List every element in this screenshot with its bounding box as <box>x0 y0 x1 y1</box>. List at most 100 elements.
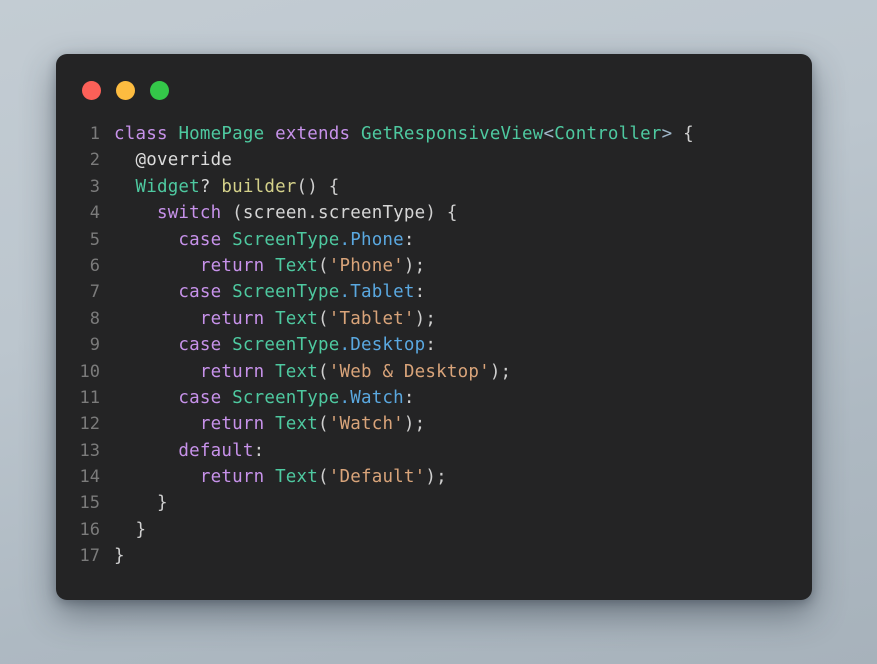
code-line-content: return Text('Phone'); <box>114 253 812 279</box>
code-line[interactable]: 1 class HomePage extends GetResponsiveVie… <box>56 121 812 147</box>
line-number: 6 <box>89 255 100 276</box>
line-number: 15 <box>79 493 100 514</box>
token-keyword: return <box>199 255 265 276</box>
token-type: HomePage <box>178 124 265 144</box>
code-line[interactable]: 2 @override <box>56 147 812 173</box>
token-type: GetResponsiveView <box>360 124 544 144</box>
line-number: 3 <box>89 176 100 197</box>
token-string: 'Phone' <box>328 255 404 276</box>
token-type: Text <box>275 308 319 329</box>
close-window-icon[interactable] <box>82 81 101 100</box>
code-line[interactable]: 3 Widget? builder() { <box>56 174 812 200</box>
line-number: 13 <box>79 440 100 461</box>
token-punct: () { <box>296 176 340 197</box>
code-line[interactable]: 15 } <box>56 490 812 516</box>
code-line[interactable]: 14 return Text('Default'); <box>56 464 812 490</box>
window-titlebar[interactable] <box>56 54 812 118</box>
code-line[interactable]: 13 default: <box>56 438 812 464</box>
token-punct: } <box>114 546 125 567</box>
token-type: ScreenType <box>232 387 340 408</box>
code-line[interactable]: 5 case ScreenType.Phone: <box>56 227 812 253</box>
code-line-content: case ScreenType.Phone: <box>114 227 812 253</box>
token-punct: ); <box>425 467 447 488</box>
code-line-content: return Text('Tablet'); <box>114 306 812 332</box>
maximize-window-icon[interactable] <box>150 81 169 100</box>
token-punct: ); <box>403 414 426 435</box>
token-member: .Desktop <box>339 335 426 356</box>
line-number: 4 <box>89 203 100 224</box>
minimize-window-icon[interactable] <box>116 81 135 100</box>
code-line[interactable]: 11 case ScreenType.Watch: <box>56 385 812 411</box>
code-line[interactable]: 17} <box>56 543 812 569</box>
token-punct: : <box>425 335 437 356</box>
line-number: 2 <box>89 150 100 171</box>
code-line-content: } <box>114 517 812 543</box>
code-window: 1 class HomePage extends GetResponsiveVie… <box>56 54 812 600</box>
code-line-content: return Text('Watch'); <box>114 411 812 437</box>
token-keyword: class <box>114 124 168 144</box>
token-type: Text <box>275 361 319 382</box>
code-line[interactable]: 8 return Text('Tablet'); <box>56 306 812 332</box>
token-punct: { <box>683 124 694 144</box>
screenshot-root: 1 class HomePage extends GetResponsiveVie… <box>0 0 877 664</box>
token-keyword: case <box>178 282 222 303</box>
code-line[interactable]: 4 switch (screen.screenType) { <box>56 200 812 226</box>
code-line-content: case ScreenType.Watch: <box>114 385 812 411</box>
code-line-content: return Text('Web & Desktop'); <box>114 359 812 385</box>
token-punct: ( <box>318 361 329 382</box>
code-line[interactable]: 6 return Text('Phone'); <box>56 253 812 279</box>
token-punct: : <box>403 387 415 408</box>
token-punct: } <box>135 519 147 540</box>
code-line-content: class HomePage extends GetResponsiveView… <box>114 121 812 147</box>
code-line[interactable]: 9 case ScreenType.Desktop: <box>56 332 812 358</box>
token-keyword: return <box>199 308 265 329</box>
token-punct: ( <box>318 255 329 276</box>
token-punct: } <box>156 493 168 514</box>
code-line[interactable]: 7 case ScreenType.Tablet: <box>56 279 812 305</box>
token-member: .Watch <box>339 387 404 408</box>
token-type: Controller <box>554 124 662 144</box>
token-punct: : <box>414 282 426 303</box>
token-string: 'Web & Desktop' <box>328 361 490 382</box>
code-line-content: return Text('Default'); <box>114 464 812 490</box>
token-func: builder <box>221 176 297 197</box>
line-number: 16 <box>79 519 100 540</box>
token-type: ScreenType <box>232 282 340 303</box>
token-keyword: case <box>178 335 222 356</box>
token-keyword: switch <box>156 203 222 224</box>
code-editor[interactable]: 1 class HomePage extends GetResponsiveVie… <box>56 118 812 600</box>
code-line-content: } <box>114 490 812 516</box>
code-line-content: case ScreenType.Tablet: <box>114 279 812 305</box>
code-line-content: } <box>114 543 812 569</box>
token-type: Widget <box>135 176 200 197</box>
token-member: .Phone <box>339 229 404 250</box>
line-number: 17 <box>79 546 100 567</box>
token-type: ScreenType <box>232 229 340 250</box>
code-line[interactable]: 10 return Text('Web & Desktop'); <box>56 359 812 385</box>
line-number: 11 <box>79 387 100 408</box>
token-keyword: case <box>178 387 222 408</box>
token-angle: > <box>661 124 673 144</box>
token-type: ScreenType <box>232 335 340 356</box>
code-line-content: default: <box>114 438 812 464</box>
code-line[interactable]: 12 return Text('Watch'); <box>56 411 812 437</box>
code-line[interactable]: 16 } <box>56 517 812 543</box>
token-angle: < <box>543 124 555 144</box>
token-punct: ( <box>318 308 329 329</box>
token-type: Text <box>275 467 319 488</box>
